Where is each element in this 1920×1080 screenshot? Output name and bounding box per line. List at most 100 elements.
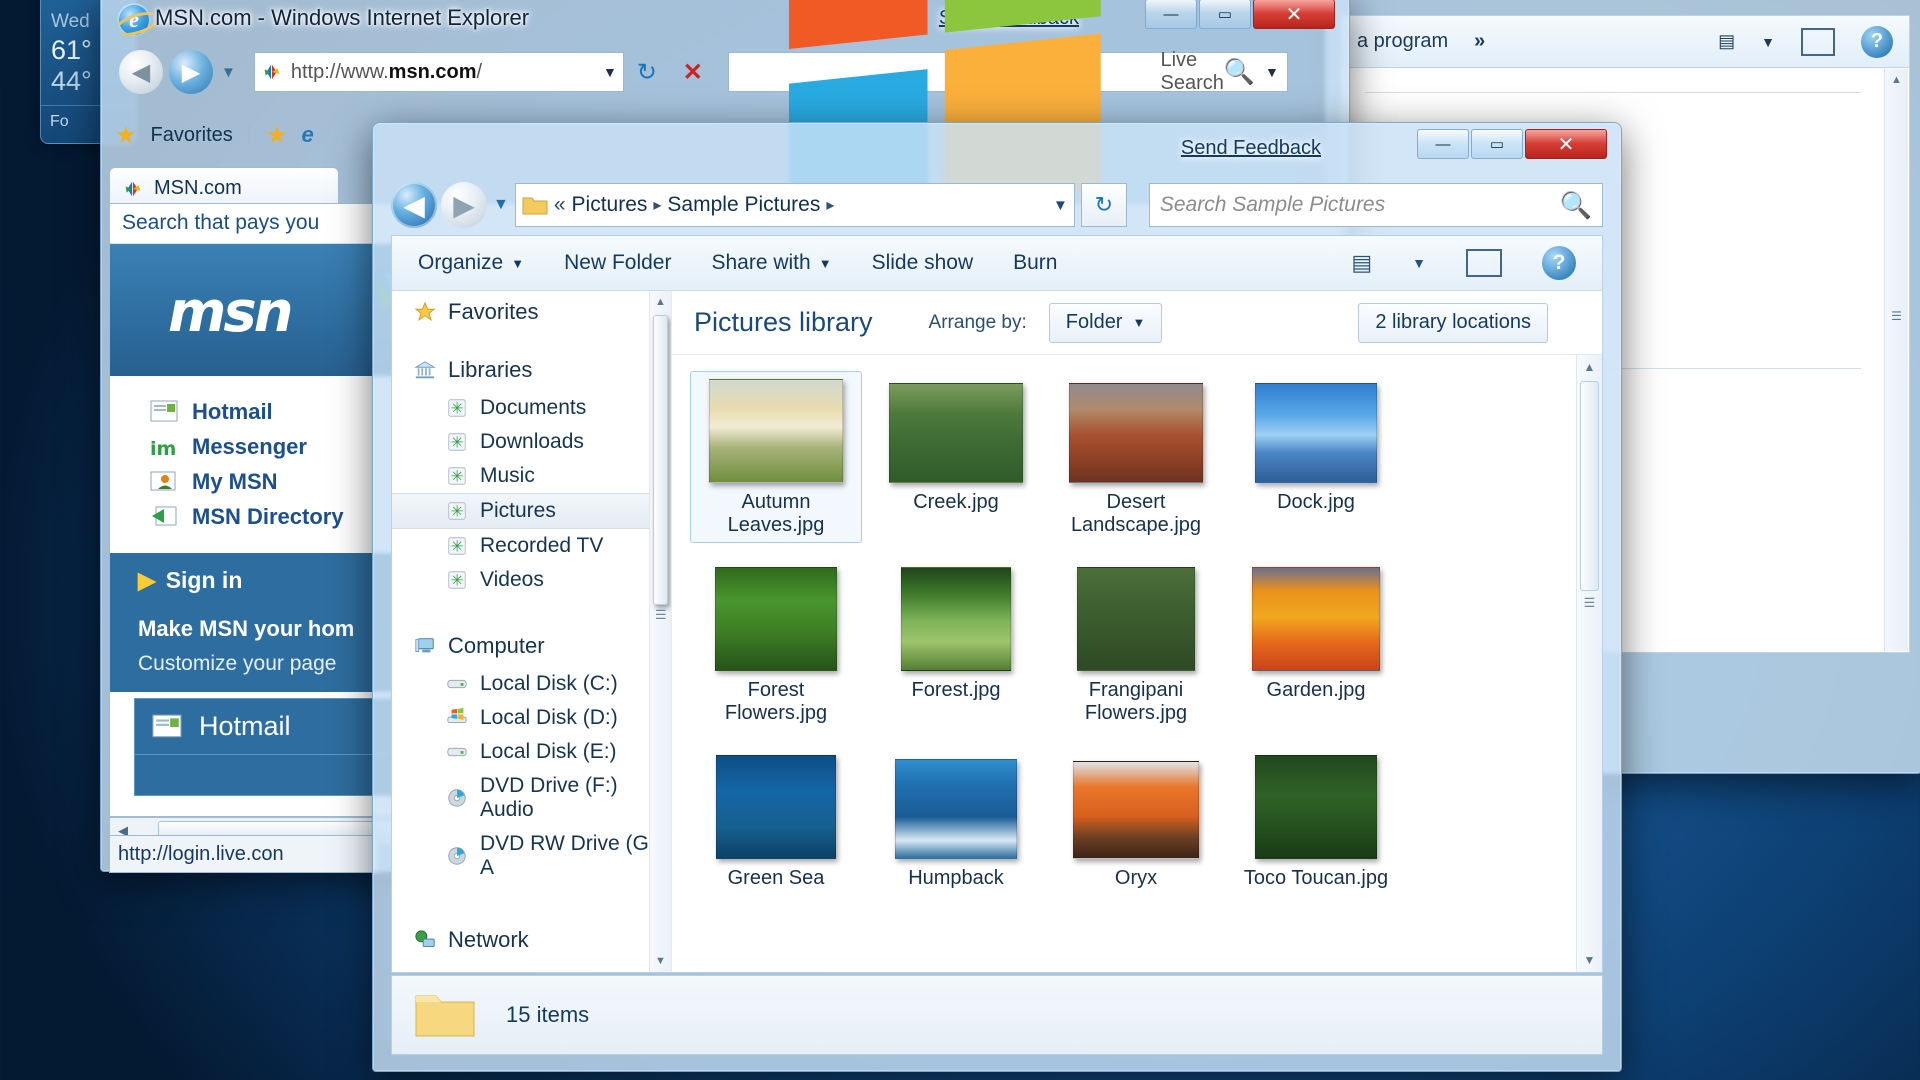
explorer-back-button[interactable]: ◀ (391, 182, 437, 228)
sidebar-item-local-disk-d[interactable]: Local Disk (D:) (392, 701, 671, 735)
suggested-sites-icon[interactable]: e (301, 122, 313, 148)
explorer-address-breadcrumb[interactable]: « Pictures ▸ Sample Pictures ▸ ▼ (514, 183, 1075, 227)
overflow-chevron-icon[interactable]: » (1474, 30, 1485, 53)
views-caret-icon[interactable]: ▼ (1412, 255, 1426, 271)
explorer-window-controls[interactable]: — ▭ ✕ (1417, 129, 1607, 159)
stop-icon[interactable]: ✕ (670, 52, 716, 92)
file-item[interactable]: Dock.jpg (1230, 371, 1402, 543)
maximize-button[interactable]: ▭ (1199, 0, 1251, 29)
ie-forward-button[interactable]: ▶ (169, 50, 213, 94)
sidebar-item-documents[interactable]: ✳ Documents (392, 391, 671, 425)
help-icon[interactable]: ? (1861, 25, 1893, 58)
share-with-button[interactable]: Share with ▼ (711, 251, 831, 275)
sidebar-item-music[interactable]: ✳ Music (392, 459, 671, 493)
refresh-icon[interactable]: ↻ (1080, 183, 1127, 227)
file-item[interactable]: Toco Toucan.jpg (1230, 747, 1402, 896)
nav-root-network[interactable]: Network (392, 919, 671, 961)
background-window-scrollbar[interactable]: ▲ ☰ (1884, 69, 1908, 651)
explorer-titlebar[interactable]: Send Feedback — ▭ ✕ (373, 123, 1621, 185)
scroll-down-arrow-icon[interactable]: ▼ (1577, 948, 1602, 972)
arrange-by-button[interactable]: Folder ▼ (1048, 302, 1163, 343)
maximize-button[interactable]: ▭ (1471, 129, 1523, 159)
breadcrumb-item-pictures[interactable]: Pictures (572, 193, 648, 217)
explorer-navigation-bar[interactable]: ◀ ▶ ▼ « Pictures ▸ Sample Pictures ▸ ▼ ↻… (391, 179, 1603, 231)
file-item[interactable]: Frangipani Flowers.jpg (1050, 559, 1222, 731)
file-item[interactable]: Desert Landscape.jpg (1050, 371, 1222, 543)
recent-locations-caret-icon[interactable]: ▼ (493, 196, 509, 214)
nav-root-computer[interactable]: Computer (392, 625, 671, 667)
library-locations-button[interactable]: 2 library locations (1358, 302, 1548, 343)
ie-search-box[interactable]: Live Search 🔍 ▼ (727, 0, 1288, 223)
add-to-favorites-icon[interactable]: ★ (266, 121, 288, 150)
close-button[interactable]: ✕ (1253, 0, 1335, 29)
send-feedback-link[interactable]: Send Feedback (1181, 137, 1321, 160)
sidebar-item-dvd-rw-drive-g[interactable]: DVD RW Drive (G:) A (392, 827, 671, 885)
new-folder-button[interactable]: New Folder (564, 251, 671, 275)
nav-pane-scrollbar[interactable]: ▲ ☰ ▼ (649, 291, 671, 972)
refresh-icon[interactable]: ↻ (624, 52, 670, 92)
minimize-button[interactable]: — (1417, 129, 1469, 159)
search-icon[interactable]: 🔍 (1224, 58, 1255, 87)
search-icon[interactable]: 🔍 (1560, 190, 1592, 221)
file-item[interactable]: Creek.jpg (870, 371, 1042, 543)
sidebar-item-recorded-tv[interactable]: ✳ Recorded TV (392, 529, 671, 563)
sidebar-item-local-disk-e[interactable]: Local Disk (E:) (392, 735, 671, 769)
breadcrumb-dropdown-caret-icon[interactable]: ▼ (1053, 197, 1068, 214)
nav-root-libraries[interactable]: Libraries (392, 349, 671, 391)
file-item[interactable]: Autumn Leaves.jpg (690, 371, 862, 543)
explorer-navigation-pane[interactable]: Favorites Libraries ✳ Documents ✳ Downlo… (392, 291, 672, 972)
explorer-toolbar[interactable]: Organize ▼ New Folder Share with ▼ Slide… (391, 235, 1603, 291)
ie-navigation-bar[interactable]: ◀ ▶ ▼ http://www.msn.com/ ▼ ↻ ✕ Live Sea… (101, 0, 1349, 223)
search-provider-caret-icon[interactable]: ▼ (1265, 64, 1279, 80)
help-icon[interactable]: ? (1542, 246, 1576, 280)
scroll-thumb[interactable]: ☰ (1889, 309, 1904, 335)
ie-window-controls[interactable]: — ▭ ✕ (1145, 0, 1335, 29)
breadcrumb-separator-icon[interactable]: ▸ (826, 195, 834, 215)
scroll-down-arrow-icon[interactable]: ▼ (650, 950, 671, 972)
preview-pane-icon[interactable] (1801, 27, 1835, 56)
file-grid-scrollbar[interactable]: ▲ ☰ ▼ (1576, 355, 1602, 972)
views-icon[interactable]: ▤ (1351, 250, 1372, 276)
sidebar-item-dvd-drive-f[interactable]: DVD Drive (F:) Audio (392, 769, 671, 827)
recent-pages-caret-icon[interactable]: ▼ (221, 64, 236, 81)
breadcrumb-item-sample-pictures[interactable]: Sample Pictures (667, 193, 820, 217)
scroll-up-arrow-icon[interactable]: ▲ (650, 291, 671, 313)
file-grid[interactable]: Autumn Leaves.jpg Creek.jpg Desert Landsca… (672, 355, 1576, 972)
favorites-label[interactable]: Favorites (151, 124, 233, 147)
file-item[interactable]: Garden.jpg (1230, 559, 1402, 731)
scroll-thumb[interactable] (1580, 381, 1599, 591)
explorer-search-input[interactable]: Search Sample Pictures 🔍 (1148, 183, 1603, 227)
scroll-up-arrow-icon[interactable]: ▲ (1885, 69, 1908, 91)
chevron-down-icon[interactable]: ▼ (1761, 34, 1775, 50)
explorer-forward-button[interactable]: ▶ (441, 182, 487, 228)
bg-toolbar-label[interactable]: a program (1357, 30, 1448, 53)
file-item[interactable]: Forest.jpg (870, 559, 1042, 731)
sidebar-item-videos[interactable]: ✳ Videos (392, 563, 671, 597)
star-icon (414, 301, 436, 321)
breadcrumb-separator-icon[interactable]: ▸ (653, 195, 661, 215)
nav-root-favorites[interactable]: Favorites (392, 291, 671, 333)
ie-address-bar[interactable]: http://www.msn.com/ ▼ (253, 52, 624, 92)
address-dropdown-caret-icon[interactable]: ▼ (603, 64, 617, 80)
file-item[interactable]: Oryx (1050, 747, 1222, 896)
file-item[interactable]: Green Sea (690, 747, 862, 896)
scroll-up-arrow-icon[interactable]: ▲ (1577, 355, 1602, 379)
slide-show-button[interactable]: Slide show (872, 251, 974, 275)
scroll-thumb[interactable] (653, 315, 668, 605)
close-button[interactable]: ✕ (1525, 129, 1607, 159)
sidebar-item-pictures[interactable]: ✳ Pictures (392, 493, 671, 529)
ie-back-button[interactable]: ◀ (119, 50, 163, 94)
views-icon[interactable]: ▤ (1718, 31, 1735, 52)
file-name-label: Garden.jpg (1266, 679, 1366, 701)
background-window-toolbar[interactable]: a program » ▤ ▼ ? (1340, 15, 1910, 67)
burn-button[interactable]: Burn (1013, 251, 1057, 275)
breadcrumb-overflow-icon[interactable]: « (554, 193, 566, 217)
organize-button[interactable]: Organize ▼ (418, 251, 524, 275)
preview-pane-icon[interactable] (1466, 249, 1502, 277)
sidebar-item-downloads[interactable]: ✳ Downloads (392, 425, 671, 459)
sidebar-item-local-disk-c[interactable]: Local Disk (C:) (392, 667, 671, 701)
file-item[interactable]: Humpback (870, 747, 1042, 896)
minimize-button[interactable]: — (1145, 0, 1197, 29)
windows-explorer-window[interactable]: Send Feedback — ▭ ✕ ◀ ▶ ▼ « Pictures ▸ S… (372, 122, 1622, 1072)
file-item[interactable]: Forest Flowers.jpg (690, 559, 862, 731)
